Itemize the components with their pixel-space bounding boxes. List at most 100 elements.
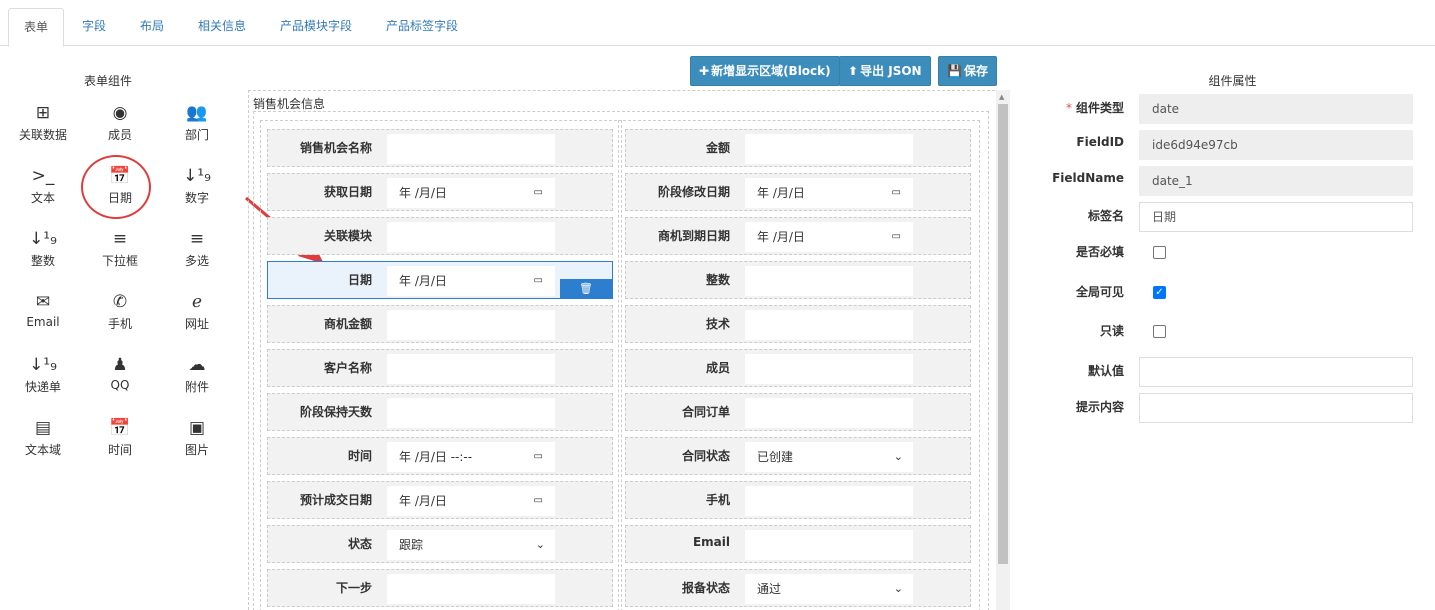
palette-item-10[interactable]: ✆ 手机 (85, 289, 155, 341)
delete-field-button[interactable]: 🗑 (560, 279, 612, 299)
properties-title: 组件属性 (1030, 72, 1435, 89)
palette-item-13[interactable]: ♟ QQ (85, 352, 155, 404)
field-input[interactable] (387, 134, 555, 164)
form-field[interactable]: 时间 年 /月/日 --:-- ▭ (267, 437, 613, 475)
field-date-input[interactable]: 年 /月/日 ▭ (745, 222, 913, 252)
readonly-checkbox[interactable] (1153, 325, 1166, 338)
calendar-icon[interactable]: ▭ (534, 442, 543, 472)
field-input[interactable] (745, 134, 913, 164)
component-type-field[interactable]: date (1139, 94, 1413, 124)
palette-item-label: 手机 (107, 317, 132, 331)
field-date-input[interactable]: 年 /月/日 ▭ (387, 266, 555, 296)
tab-layout[interactable]: 布局 (128, 8, 176, 46)
form-field[interactable]: 整数 (625, 261, 971, 299)
field-input[interactable] (387, 354, 555, 384)
calendar-icon[interactable]: ▭ (534, 486, 543, 516)
default-value-input[interactable] (1139, 357, 1413, 387)
tab-form[interactable]: 表单 (8, 8, 64, 47)
sort-numeric-icon: ↓¹₉ (29, 355, 57, 375)
scroll-thumb[interactable] (998, 104, 1008, 564)
form-field[interactable]: 获取日期 年 /月/日 ▭ (267, 173, 613, 211)
form-field[interactable]: 销售机会名称 (267, 129, 613, 167)
form-field[interactable]: 阶段保持天数 (267, 393, 613, 431)
field-input[interactable] (745, 486, 913, 516)
form-field[interactable]: 合同订单 (625, 393, 971, 431)
palette-item-17[interactable]: ▣ 图片 (162, 415, 232, 467)
palette-item-9[interactable]: ✉ Email (8, 289, 78, 341)
field-id-field[interactable]: ide6d94e97cb (1139, 130, 1413, 160)
chevron-down-icon[interactable]: ⌄ (536, 530, 545, 560)
form-field[interactable]: Email (625, 525, 971, 563)
block-title: 销售机会信息 (253, 97, 326, 111)
palette-item-15[interactable]: ▤ 文本域 (8, 415, 78, 467)
palette-item-14[interactable]: ☁ 附件 (162, 352, 232, 404)
form-field[interactable]: 手机 (625, 481, 971, 519)
form-field[interactable]: 技术 (625, 305, 971, 343)
calendar-icon[interactable]: ▭ (534, 266, 543, 296)
palette-item-11[interactable]: ℯ 网址 (162, 289, 232, 341)
tag-name-input[interactable]: 日期 (1139, 202, 1413, 232)
field-date-input[interactable]: 年 /月/日 ▭ (387, 486, 555, 516)
palette-item-3[interactable]: >_ 文本 (8, 163, 78, 215)
form-field[interactable]: 关联模块 (267, 217, 613, 255)
tab-related-info[interactable]: 相关信息 (186, 8, 258, 46)
palette-item-7[interactable]: ≡ 下拉框 (85, 226, 155, 278)
required-checkbox[interactable] (1153, 246, 1166, 259)
form-field[interactable]: 报备状态 通过 ⌄ (625, 569, 971, 607)
field-input[interactable] (745, 354, 913, 384)
form-field[interactable]: 金额 (625, 129, 971, 167)
field-select[interactable]: 跟踪 ⌄ (387, 530, 555, 560)
palette-item-8[interactable]: ≡ 多选 (162, 226, 232, 278)
field-input[interactable] (387, 310, 555, 340)
tab-fields[interactable]: 字段 (70, 8, 118, 46)
palette-item-16[interactable]: 📅 时间 (85, 415, 155, 467)
calendar-icon: 📅 (109, 418, 131, 438)
palette-item-6[interactable]: ↓¹₉ 整数 (8, 226, 78, 278)
field-input[interactable] (387, 222, 555, 252)
form-field[interactable]: 合同状态 已创建 ⌄ (625, 437, 971, 475)
add-block-button[interactable]: ✚ 新增显示区域(Block) (690, 56, 840, 86)
save-button[interactable]: 💾 保存 (938, 56, 997, 86)
chevron-down-icon[interactable]: ⌄ (894, 442, 903, 472)
field-input[interactable] (745, 310, 913, 340)
field-input[interactable] (745, 398, 913, 428)
chevron-down-icon[interactable]: ⌄ (894, 574, 903, 604)
calendar-icon[interactable]: ▭ (892, 178, 901, 208)
palette-item-0[interactable]: ⊞ 关联数据 (8, 100, 78, 152)
form-field[interactable]: 阶段修改日期 年 /月/日 ▭ (625, 173, 971, 211)
palette-item-2[interactable]: 👥 部门 (162, 100, 232, 152)
field-select[interactable]: 通过 ⌄ (745, 574, 913, 604)
palette-item-label: 数字 (184, 191, 209, 205)
palette-item-label: 文本域 (24, 443, 61, 457)
form-field[interactable]: 客户名称 (267, 349, 613, 387)
field-value: 年 /月/日 --:-- (399, 450, 473, 464)
export-json-button[interactable]: ⬆ 导出 JSON (839, 56, 931, 86)
field-date-input[interactable]: 年 /月/日 --:-- ▭ (387, 442, 555, 472)
calendar-icon[interactable]: ▭ (534, 178, 543, 208)
form-field[interactable]: 成员 (625, 349, 971, 387)
form-field[interactable]: 状态 跟踪 ⌄ (267, 525, 613, 563)
hint-input[interactable] (1139, 393, 1413, 423)
field-input[interactable] (745, 530, 913, 560)
form-field[interactable]: 商机金额 (267, 305, 613, 343)
canvas-scrollbar[interactable]: ▲ (996, 90, 1010, 610)
form-field[interactable]: 商机到期日期 年 /月/日 ▭ (625, 217, 971, 255)
palette-item-12[interactable]: ↓¹₉ 快递单 (8, 352, 78, 404)
form-field[interactable]: 下一步 (267, 569, 613, 607)
field-input[interactable] (387, 574, 555, 604)
form-field[interactable]: 预计成交日期 年 /月/日 ▭ (267, 481, 613, 519)
palette-item-1[interactable]: ◉ 成员 (85, 100, 155, 152)
field-input[interactable] (745, 266, 913, 296)
field-date-input[interactable]: 年 /月/日 ▭ (387, 178, 555, 208)
field-name-field[interactable]: date_1 (1139, 166, 1413, 196)
field-date-input[interactable]: 年 /月/日 ▭ (745, 178, 913, 208)
palette-item-5[interactable]: ↓¹₉ 数字 (162, 163, 232, 215)
field-select[interactable]: 已创建 ⌄ (745, 442, 913, 472)
field-input[interactable] (387, 398, 555, 428)
global-visible-checkbox[interactable]: ✓ (1153, 286, 1166, 299)
calendar-icon[interactable]: ▭ (892, 222, 901, 252)
form-field[interactable]: 日期 年 /月/日 ▭ 🗑 (267, 261, 613, 299)
tab-product-tag-fields[interactable]: 产品标签字段 (374, 8, 470, 46)
tab-product-module-fields[interactable]: 产品模块字段 (268, 8, 364, 46)
scroll-up-icon[interactable]: ▲ (999, 93, 1004, 101)
